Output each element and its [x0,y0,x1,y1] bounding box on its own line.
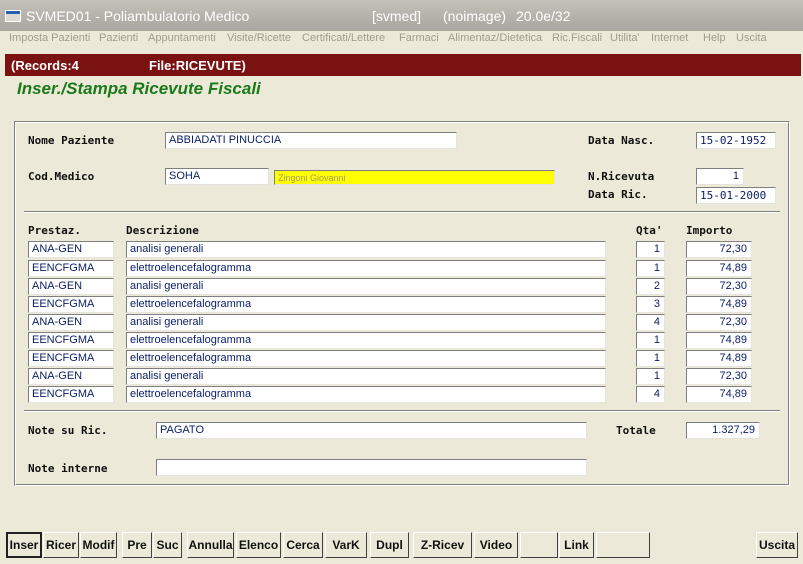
link-button[interactable]: Link [559,532,594,558]
row-qta[interactable]: 3 [636,296,665,313]
file-name: File:RICEVUTE) [149,58,246,73]
row-qta[interactable]: 1 [636,260,665,277]
elenco-button[interactable]: Elenco [236,532,281,558]
row-qta[interactable]: 1 [636,241,665,258]
menu-alimentaz-dietetica[interactable]: Alimentaz/Dietetica [448,32,542,44]
row-description[interactable]: elettroelencefalogramma [126,260,606,277]
inser-button[interactable]: Inser [6,532,42,558]
records-count: (Records:4 [11,58,79,73]
menu-pazienti[interactable]: Pazienti [99,32,138,44]
row-description[interactable]: elettroelencefalogramma [126,350,606,367]
window-version: 20.0e/32 [516,8,571,24]
col-header-prestaz: Prestaz. [28,224,81,237]
row-code[interactable]: ANA-GEN [28,278,114,295]
totale-field[interactable]: 1.327,29 [686,422,760,439]
col-header-qta: Qta' [636,224,663,237]
row-code[interactable]: EENCFGMA [28,260,114,277]
n-ricevuta-field[interactable]: 1 [696,168,744,185]
row-code[interactable]: EENCFGMA [28,296,114,313]
row-qta[interactable]: 1 [636,368,665,385]
data-ricevuta-field[interactable]: 15-01-2000 [696,187,776,204]
row-description[interactable]: analisi generali [126,241,606,258]
row-description[interactable]: elettroelencefalogramma [126,296,606,313]
window-image: (noimage) [443,8,507,24]
row-description[interactable]: analisi generali [126,368,606,385]
row-qta[interactable]: 1 [636,332,665,349]
blank-button-1[interactable] [520,532,558,558]
row-importo[interactable]: 72,30 [686,368,752,385]
menu-certificati-lettere[interactable]: Certificati/Lettere [302,32,385,44]
row-importo[interactable]: 74,89 [686,350,752,367]
row-importo[interactable]: 72,30 [686,278,752,295]
row-importo[interactable]: 72,30 [686,314,752,331]
row-code[interactable]: ANA-GEN [28,241,114,258]
col-header-descrizione: Descrizione [126,224,199,237]
z-ricev-button[interactable]: Z-Ricev [413,532,472,558]
divider [24,211,780,213]
dupl-button[interactable]: Dupl [370,532,409,558]
video-button[interactable]: Video [474,532,518,558]
medico-name-field: Zingoni Giovanni [274,170,555,185]
row-description[interactable]: analisi generali [126,278,606,295]
uscita-button[interactable]: Uscita [756,532,798,558]
window-instance: [svmed] [372,8,422,24]
menu-uscita[interactable]: Uscita [736,32,767,44]
note-ricevuta-field[interactable]: PAGATO [156,422,587,439]
row-code[interactable]: ANA-GEN [28,314,114,331]
row-description[interactable]: analisi generali [126,314,606,331]
row-code[interactable]: ANA-GEN [28,368,114,385]
note-interne-field[interactable] [156,459,587,476]
data-nascita-field[interactable]: 15-02-1952 [696,132,776,149]
menu-farmaci[interactable]: Farmaci [399,32,439,44]
menu-bar: Imposta Pazienti Pazienti Appuntamenti V… [0,31,803,51]
menu-internet[interactable]: Internet [651,32,688,44]
cerca-button[interactable]: Cerca [283,532,323,558]
totale-label: Totale [616,424,656,437]
menu-help[interactable]: Help [703,32,726,44]
row-importo[interactable]: 74,89 [686,386,752,403]
nome-paziente-label: Nome Paziente [28,134,115,147]
cod-medico-field[interactable]: SOHA [165,168,269,185]
row-importo[interactable]: 72,30 [686,241,752,258]
window-title: SVMED01 - Poliambulatorio Medico [26,8,250,24]
row-code[interactable]: EENCFGMA [28,332,114,349]
divider [24,410,780,412]
row-code[interactable]: EENCFGMA [28,350,114,367]
row-qta[interactable]: 4 [636,314,665,331]
n-ricevuta-label: N.Ricevuta [588,170,655,183]
ricer-button[interactable]: Ricer [43,532,79,558]
vark-button[interactable]: VarK [325,532,367,558]
title-bar: SVMED01 - Poliambulatorio Medico [svmed]… [0,0,803,31]
suc-button[interactable]: Suc [153,532,182,558]
row-qta[interactable]: 1 [636,350,665,367]
menu-ric-fiscali[interactable]: Ric.Fiscali [552,32,602,44]
data-ricevuta-label: Data Ric. [588,188,648,201]
cod-medico-label: Cod.Medico [28,170,95,183]
row-importo[interactable]: 74,89 [686,332,752,349]
row-qta[interactable]: 2 [636,278,665,295]
pre-button[interactable]: Pre [122,532,152,558]
row-code[interactable]: EENCFGMA [28,386,114,403]
row-description[interactable]: elettroelencefalogramma [126,386,606,403]
menu-visite-ricette[interactable]: Visite/Ricette [227,32,291,44]
blank-button-2[interactable] [596,532,650,558]
form-title: Inser./Stampa Ricevute Fiscali [17,79,261,98]
nome-paziente-field[interactable]: ABBIADATI PINUCCIA [165,132,457,149]
row-description[interactable]: elettroelencefalogramma [126,332,606,349]
menu-imposta-pazienti[interactable]: Imposta Pazienti [9,32,90,44]
row-importo[interactable]: 74,89 [686,296,752,313]
row-qta[interactable]: 4 [636,386,665,403]
note-interne-label: Note interne [28,462,108,475]
records-info-bar: (Records:4 File:RICEVUTE) [5,54,801,76]
note-ricevuta-label: Note su Ric. [28,424,108,437]
annulla-button[interactable]: Annulla [187,532,234,558]
menu-utilita[interactable]: Utilita' [610,32,640,44]
menu-appuntamenti[interactable]: Appuntamenti [148,32,216,44]
row-importo[interactable]: 74,89 [686,260,752,277]
col-header-importo: Importo [686,224,733,237]
window-icon[interactable] [5,9,21,22]
modif-button[interactable]: Modif [80,532,117,558]
data-nascita-label: Data Nasc. [588,134,655,147]
